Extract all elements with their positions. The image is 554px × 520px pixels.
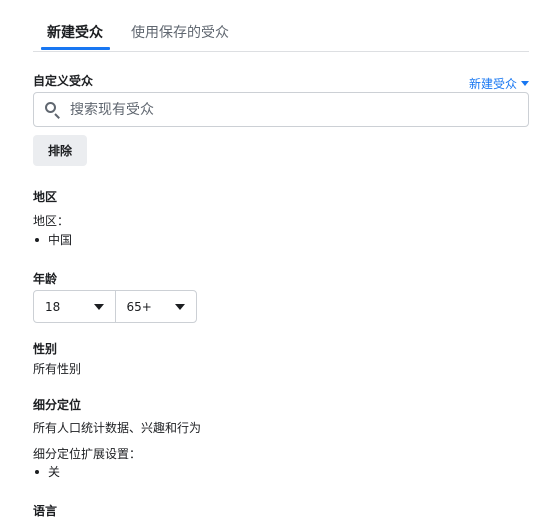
audience-panel: 新建受众 使用保存的受众 自定义受众 新建受众 排除 地区 地区： 中国 年龄 …: [0, 0, 554, 520]
dropdown-arrow-icon: [175, 303, 185, 310]
tab-saved-audience[interactable]: 使用保存的受众: [131, 22, 229, 42]
location-item: 中国: [33, 231, 72, 248]
age-max-select[interactable]: 65+: [114, 291, 197, 322]
tab-new-audience[interactable]: 新建受众: [47, 22, 103, 42]
language-heading: 语言: [33, 504, 58, 518]
expansion-item-label: 关: [48, 465, 61, 479]
audience-tabs: 新建受众 使用保存的受众: [33, 0, 529, 52]
bullet-icon: [35, 237, 39, 242]
age-min-select[interactable]: 18: [34, 291, 115, 322]
dropdown-arrow-icon: [93, 303, 104, 310]
audience-search-input[interactable]: [70, 101, 510, 118]
location-item-label: 中国: [48, 233, 73, 247]
bullet-icon: [35, 469, 39, 474]
age-heading: 年龄: [33, 272, 58, 286]
new-audience-label: 新建受众: [468, 77, 517, 91]
detailed-targeting-value: 所有人口统计数据、兴趣和行为: [33, 421, 202, 435]
search-icon: [44, 101, 62, 119]
expansion-label: 细分定位扩展设置：: [33, 447, 142, 461]
detailed-targeting-heading: 细分定位: [33, 398, 82, 412]
location-heading: 地区: [33, 190, 58, 204]
location-sublabel: 地区：: [33, 214, 70, 228]
exclude-button[interactable]: 排除: [33, 135, 87, 166]
new-audience-dropdown[interactable]: 新建受众: [469, 75, 529, 92]
caret-down-icon: [521, 81, 529, 86]
expansion-item: 关: [33, 463, 60, 480]
age-range: 18 65+: [33, 290, 197, 323]
audience-search-box[interactable]: [33, 92, 529, 127]
age-max-value: 65+: [126, 299, 152, 314]
gender-heading: 性别: [33, 342, 58, 356]
active-tab-indicator: [41, 47, 110, 50]
custom-audience-heading: 自定义受众: [33, 74, 94, 88]
age-min-value: 18: [45, 299, 61, 314]
gender-value: 所有性别: [33, 362, 82, 376]
